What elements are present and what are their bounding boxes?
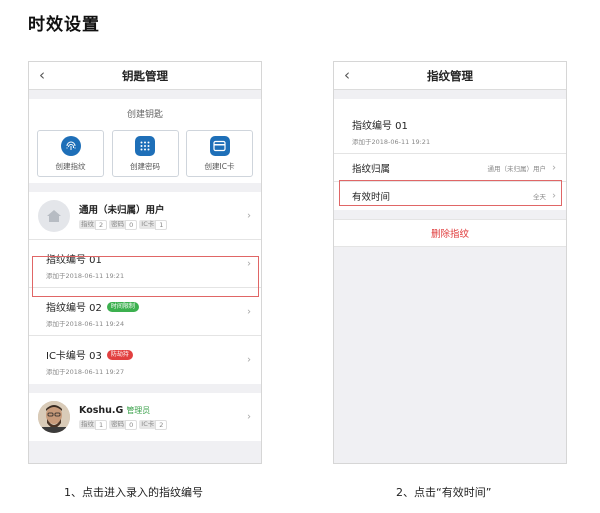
chevron-right-icon: › — [247, 411, 251, 423]
key-date: 添加于2018-06-11 19:27 — [46, 368, 125, 376]
navbar: ‹ 指纹管理 — [334, 62, 566, 90]
delete-fingerprint-button[interactable]: 删除指纹 — [334, 219, 566, 247]
owner-label: 指纹归属 — [352, 163, 391, 175]
key-name: 指纹编号 01 — [46, 255, 102, 266]
create-key-section: 创建钥匙 创建指纹 创建密码 创建IC卡 — [29, 99, 261, 183]
key-name: IC卡编号 03 — [46, 351, 102, 362]
fingerprint-icon — [60, 135, 81, 156]
nav-title: 指纹管理 — [427, 68, 473, 83]
owner-value: 通用（未归属）用户 — [487, 164, 547, 173]
admin-user-row[interactable]: Koshu.G 管理员 指纹 1 密码 0 IC卡 2 › — [29, 393, 261, 441]
key-date: 添加于2018-06-11 19:21 — [352, 138, 431, 146]
general-user-row[interactable]: 通用（未归属）用户 指纹 2 密码 0 IC卡 1 › — [29, 192, 261, 240]
general-user-counts: 指纹 2 密码 0 IC卡 1 — [79, 219, 169, 230]
create-ic-card-button[interactable]: 创建IC卡 — [186, 130, 253, 177]
home-icon — [38, 199, 70, 232]
fingerprint-management-screen: ‹ 指纹管理 指纹编号 01 添加于2018-06-11 19:21 指纹归属 … — [333, 61, 567, 464]
time-limit-badge: 时间限制 — [106, 301, 139, 312]
key-row-fingerprint-01[interactable]: 指纹编号 01 添加于2018-06-11 19:21 › — [29, 240, 261, 288]
general-user-name: 通用（未归属）用户 — [79, 204, 165, 216]
page-title: 时效设置 — [28, 15, 100, 35]
create-key-label: 创建钥匙 — [126, 110, 163, 120]
keypad-icon — [135, 135, 155, 156]
chevron-right-icon: › — [552, 162, 556, 173]
avatar — [38, 401, 70, 433]
key-detail-header: 指纹编号 01 添加于2018-06-11 19:21 — [334, 99, 566, 154]
key-date: 添加于2018-06-11 19:24 — [46, 320, 125, 328]
create-fingerprint-button[interactable]: 创建指纹 — [37, 130, 104, 177]
admin-user-name: Koshu.G — [79, 404, 124, 416]
create-ic-card-label: 创建IC卡 — [204, 161, 235, 171]
key-name: 指纹编号 02 — [46, 303, 102, 314]
key-management-screen: ‹ 钥匙管理 创建钥匙 创建指纹 创建密码 创建IC卡 通用（未归属）用户 指纹… — [28, 61, 262, 464]
back-icon[interactable]: ‹ — [344, 66, 350, 84]
validity-time-row[interactable]: 有效时间 全天 › — [334, 182, 566, 210]
caption-step-1: 1、点击进入录入的指纹编号 — [64, 486, 203, 499]
admin-user-counts: 指纹 1 密码 0 IC卡 2 — [79, 419, 169, 430]
validity-value: 全天 — [533, 193, 546, 201]
key-row-ic-card-03[interactable]: IC卡编号 03 防劫持 添加于2018-06-11 19:27 › — [29, 336, 261, 384]
create-password-button[interactable]: 创建密码 — [111, 130, 179, 177]
caption-step-2: 2、点击“有效时间” — [396, 486, 492, 499]
chevron-right-icon: › — [247, 306, 251, 317]
chevron-right-icon: › — [247, 258, 251, 269]
chevron-right-icon: › — [247, 354, 251, 366]
chevron-right-icon: › — [552, 190, 556, 202]
key-date: 添加于2018-06-11 19:21 — [46, 272, 125, 280]
admin-role-label: 管理员 — [126, 405, 151, 415]
anti-hijack-badge: 防劫持 — [106, 349, 133, 360]
key-name: 指纹编号 01 — [352, 121, 408, 132]
back-icon[interactable]: ‹ — [39, 66, 45, 84]
create-fingerprint-label: 创建指纹 — [55, 161, 86, 171]
card-icon — [209, 135, 230, 156]
owner-row[interactable]: 指纹归属 通用（未归属）用户 › — [334, 154, 566, 182]
chevron-right-icon: › — [247, 210, 251, 221]
validity-label: 有效时间 — [352, 192, 391, 203]
key-row-fingerprint-02[interactable]: 指纹编号 02 时间限制 添加于2018-06-11 19:24 › — [29, 288, 261, 336]
nav-title: 钥匙管理 — [122, 68, 168, 83]
create-password-label: 创建密码 — [130, 161, 160, 171]
navbar: ‹ 钥匙管理 — [29, 62, 261, 90]
